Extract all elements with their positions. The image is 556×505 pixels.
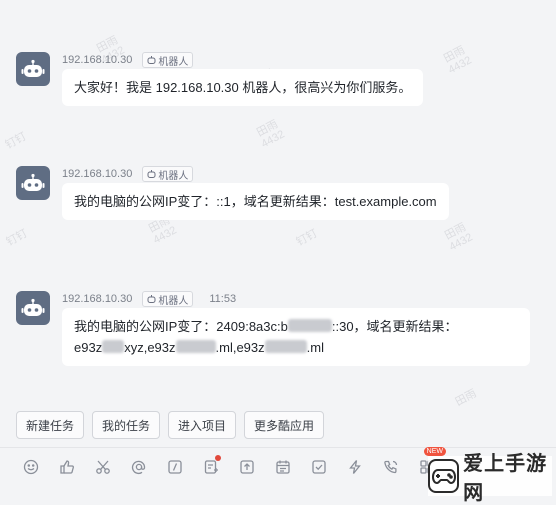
message-meta: 192.168.10.30 机器人	[62, 166, 194, 182]
message-bubble[interactable]: 我的电脑的公网IP变了：::1，域名更新结果：test.example.com	[62, 183, 449, 220]
redacted-block	[175, 340, 216, 353]
lightning-icon[interactable]	[344, 456, 366, 478]
message-meta: 192.168.10.30 机器人	[62, 52, 194, 68]
gamepad-logo-icon	[428, 459, 460, 493]
slash-command-icon[interactable]	[164, 456, 186, 478]
message-text: e93z	[74, 340, 103, 355]
watermark: 田雨	[453, 387, 479, 409]
redacted-block	[264, 340, 307, 353]
message-text: .ml	[306, 340, 324, 355]
robot-tag: 机器人	[142, 166, 194, 182]
robot-avatar[interactable]	[16, 291, 50, 325]
robot-tag-icon	[147, 295, 156, 303]
watermark: 田雨 4432	[441, 44, 474, 77]
new-task-button[interactable]: 新建任务	[16, 411, 85, 439]
robot-icon	[21, 173, 45, 191]
watermark: 钉钉	[294, 227, 320, 249]
new-badge: NEW	[423, 447, 446, 456]
thumbs-up-icon[interactable]	[56, 456, 78, 478]
site-name: 爱上手游网	[463, 453, 548, 504]
watermark: 田雨 4432	[442, 221, 475, 254]
redacted-block	[287, 319, 332, 332]
robot-tag: 机器人	[142, 291, 194, 307]
quick-actions: 新建任务 我的任务 进入项目 更多酷应用	[16, 411, 325, 439]
calendar-icon[interactable]	[272, 456, 294, 478]
sender-name[interactable]: 192.168.10.30	[62, 54, 132, 66]
enter-project-button[interactable]: 进入项目	[168, 411, 237, 439]
voice-call-icon[interactable]	[380, 456, 402, 478]
message-line: 我的电脑的公网IP变了：2409:8a3c:b::30，域名更新结果：	[74, 316, 518, 337]
robot-tag: 机器人	[142, 52, 194, 68]
notification-dot	[215, 455, 221, 461]
robot-tag-label: 机器人	[158, 170, 189, 182]
watermark: 钉钉	[4, 227, 30, 249]
watermark: 田雨 4432	[254, 118, 287, 151]
redacted-block	[102, 340, 125, 353]
message-bubble[interactable]: 大家好！我是 192.168.10.30 机器人，很高兴为你们服务。	[62, 69, 424, 106]
sender-name[interactable]: 192.168.10.30	[62, 293, 132, 305]
robot-tag-icon	[147, 170, 156, 178]
message-text: xyz,e93z	[124, 340, 176, 355]
message-bubble[interactable]: 我的电脑的公网IP变了：2409:8a3c:b::30，域名更新结果： e93z…	[62, 308, 530, 366]
watermark: 钉钉	[3, 130, 29, 152]
input-toolbar: NEW	[20, 447, 446, 478]
robot-tag-label: 机器人	[158, 295, 189, 307]
message-time: 11:53	[209, 293, 237, 305]
message-text: 我的电脑的公网IP变了：2409:8a3c:b	[74, 319, 288, 334]
ding-icon[interactable]	[200, 455, 222, 478]
sender-name[interactable]: 192.168.10.30	[62, 168, 132, 180]
task-check-icon[interactable]	[308, 456, 330, 478]
mention-icon[interactable]	[128, 456, 150, 478]
message-text: 大家好！我是 192.168.10.30 机器人，很高兴为你们服务。	[74, 80, 412, 95]
robot-tag-icon	[147, 56, 156, 64]
my-tasks-button[interactable]: 我的任务	[92, 411, 161, 439]
site-watermark: 爱上手游网	[428, 453, 552, 504]
message-text: .ml,e93z	[215, 340, 265, 355]
more-apps-button[interactable]: 更多酷应用	[244, 411, 325, 439]
robot-icon	[21, 298, 45, 316]
scissors-icon[interactable]	[92, 456, 114, 478]
upload-icon[interactable]	[236, 456, 258, 478]
message-line: e93z xyz,e93z .ml,e93z .ml	[74, 337, 518, 358]
robot-avatar[interactable]	[16, 52, 50, 86]
robot-avatar[interactable]	[16, 166, 50, 200]
emoji-icon[interactable]	[20, 456, 42, 478]
robot-icon	[21, 59, 45, 77]
message-text: 我的电脑的公网IP变了：::1，域名更新结果：test.example.com	[74, 194, 437, 209]
robot-tag-label: 机器人	[158, 56, 189, 68]
message-text: ::30，域名更新结果：	[331, 319, 458, 334]
message-meta: 192.168.10.30 机器人 11:53	[62, 291, 236, 307]
